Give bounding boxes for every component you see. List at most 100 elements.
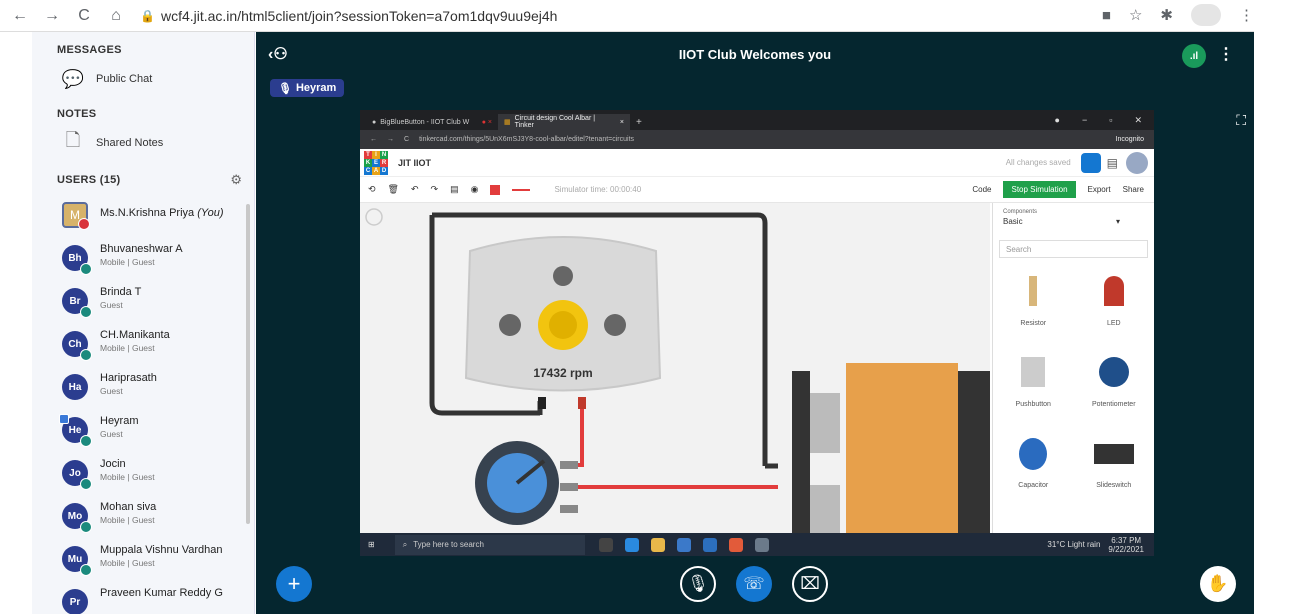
wire-type-picker[interactable] xyxy=(512,188,531,191)
stop-simulation-button[interactable]: Stop Simulation xyxy=(1003,181,1076,198)
user-role: Mobile | Guest xyxy=(100,343,155,353)
user-list-scrollbar[interactable] xyxy=(246,204,250,524)
record-icon: ● xyxy=(1054,115,1060,125)
windows-start-icon[interactable]: ⊞ xyxy=(368,540,375,549)
mail-icon[interactable] xyxy=(702,537,717,552)
extensions-icon[interactable]: ✱ xyxy=(1160,6,1173,24)
settings-icon[interactable]: ⚙ xyxy=(230,172,242,188)
reload-icon[interactable]: C xyxy=(72,4,96,28)
weather-status: 31°C Light rain xyxy=(1047,540,1101,549)
profile-avatar[interactable] xyxy=(1191,4,1221,26)
avatar: Ch xyxy=(62,331,92,361)
app-icon[interactable] xyxy=(754,537,769,552)
microphone-icon: 🎙 xyxy=(278,82,292,95)
back-icon[interactable]: ← xyxy=(8,4,32,28)
export-button[interactable]: Export xyxy=(1088,185,1111,194)
user-item[interactable]: M Ms.N.Krishna Priya (You) xyxy=(32,198,254,241)
circuit-view-button[interactable] xyxy=(1080,152,1101,173)
code-button[interactable]: Code xyxy=(972,185,991,194)
browser-tab[interactable]: ▦ Circuit design Cool Albar | Tinker × xyxy=(498,114,630,130)
user-item[interactable]: Bh Bhuvaneshwar A Mobile | Guest xyxy=(32,241,254,284)
browser-tab[interactable]: ● BigBlueButton - IIOT Club W ● × xyxy=(366,114,498,130)
delete-icon[interactable]: 🗑 xyxy=(388,184,399,195)
share-webcam-button[interactable]: ⌧ xyxy=(792,566,828,602)
connection-status-icon[interactable]: .ıl xyxy=(1182,44,1206,68)
mute-button[interactable]: 🎙 xyxy=(680,566,716,602)
user-item[interactable]: Mu Muppala Vishnu Vardhan Mobile | Guest xyxy=(32,542,254,585)
part-pushbutton[interactable]: Pushbutton xyxy=(993,357,1074,408)
forward-icon[interactable]: → xyxy=(40,4,64,28)
user-item[interactable]: Ha Hariprasath Guest xyxy=(32,370,254,413)
avatar: M xyxy=(62,202,90,230)
shared-notes-item[interactable]: 🗋 Shared Notes xyxy=(32,128,254,158)
notes-title: NOTES xyxy=(57,108,97,120)
url-text: wcf4.jit.ac.in/html5client/join?sessionT… xyxy=(160,7,558,24)
user-item[interactable]: Jo Jocin Mobile | Guest xyxy=(32,456,254,499)
components-select[interactable]: Basic ▾ xyxy=(993,217,1154,226)
user-name: Mohan siva xyxy=(100,501,157,513)
list-view-icon[interactable]: ▤ xyxy=(1107,156,1118,170)
rotate-icon[interactable]: ⟲ xyxy=(368,184,376,195)
actions-button[interactable]: + xyxy=(276,566,312,602)
user-item[interactable]: Mo Mohan siva Mobile | Guest xyxy=(32,499,254,542)
user-list-toggle-icon[interactable]: ‹⚇ xyxy=(268,44,288,64)
save-status: All changes saved xyxy=(1005,158,1071,167)
user-item[interactable]: Ch CH.Manikanta Mobile | Guest xyxy=(32,327,254,370)
color-picker[interactable] xyxy=(490,184,501,195)
forward-icon[interactable]: → xyxy=(387,136,394,143)
part-resistor[interactable]: Resistor xyxy=(993,276,1074,327)
user-name: Heyram xyxy=(100,415,139,427)
user-item[interactable]: He Heyram Guest xyxy=(32,413,254,456)
new-tab-icon[interactable]: + xyxy=(636,117,642,128)
part-capacitor[interactable]: Capacitor xyxy=(993,438,1074,489)
undo-icon[interactable]: ↶ xyxy=(411,184,419,195)
redo-icon[interactable]: ↷ xyxy=(431,184,439,195)
avatar[interactable] xyxy=(1126,151,1148,174)
minimize-icon[interactable]: − xyxy=(1082,115,1087,125)
home-icon[interactable]: ⌂ xyxy=(104,4,128,28)
explorer-icon[interactable] xyxy=(650,537,665,552)
store-icon[interactable] xyxy=(676,537,691,552)
leave-audio-button[interactable]: ☏ xyxy=(736,566,772,602)
visibility-icon[interactable]: ◉ xyxy=(471,184,479,195)
share-button[interactable]: Share xyxy=(1123,185,1144,194)
address-bar[interactable]: 🔒 wcf4.jit.ac.in/html5client/join?sessio… xyxy=(140,8,557,24)
taskbar-search[interactable]: ⌕ Type here to search xyxy=(394,534,585,555)
right-margin xyxy=(1254,0,1294,614)
presenter-icon xyxy=(59,414,69,424)
address-bar[interactable]: tinkercad.com/things/5UnX6mSJ3Y8-cool-al… xyxy=(419,136,634,143)
fullscreen-icon[interactable]: ⛶ xyxy=(1236,112,1246,129)
avatar: Jo xyxy=(62,460,92,490)
browser-toolbar: ← → C ⌂ 🔒 wcf4.jit.ac.in/html5client/joi… xyxy=(0,0,1294,32)
menu-icon[interactable]: ⋮ xyxy=(1239,6,1254,24)
camera-icon[interactable]: ■ xyxy=(1102,7,1111,24)
chrome-icon[interactable] xyxy=(728,537,743,552)
edge-icon[interactable] xyxy=(624,537,639,552)
tinkercad-logo: TIN KER CAD xyxy=(364,150,388,175)
raise-hand-button[interactable]: ✋ xyxy=(1200,566,1236,602)
close-icon[interactable]: ✕ xyxy=(1134,115,1142,126)
component-search-input[interactable]: Search xyxy=(999,240,1148,258)
circuit-canvas[interactable]: 17432 rpm xyxy=(360,203,990,533)
public-chat-item[interactable]: 💬 Public Chat xyxy=(32,64,254,94)
user-name: Jocin xyxy=(100,458,126,470)
avatar: Pr xyxy=(62,589,88,614)
task-view-icon[interactable] xyxy=(598,537,613,552)
part-slideswitch[interactable]: Slideswitch xyxy=(1074,438,1155,489)
options-icon[interactable]: ⋮ xyxy=(1218,44,1234,64)
back-icon[interactable]: ← xyxy=(370,136,377,143)
users-title: USERS (15) xyxy=(57,174,121,186)
clock-date: 9/22/2021 xyxy=(1108,544,1144,554)
windows-taskbar: ⊞ ⌕ Type here to search 31°C Light rain … xyxy=(360,533,1154,556)
part-led[interactable]: LED xyxy=(1074,276,1155,327)
notes-icon[interactable]: ▤ xyxy=(450,184,459,195)
part-potentiometer[interactable]: Potentiometer xyxy=(1074,357,1155,408)
star-icon[interactable]: ☆ xyxy=(1129,6,1142,24)
user-item[interactable]: Pr Praveen Kumar Reddy G xyxy=(32,585,254,614)
presentation-area: ‹⚇ IIOT Club Welcomes you .ıl ⋮ 🎙 Heyram… xyxy=(256,32,1254,614)
restore-icon[interactable]: ▫ xyxy=(1109,115,1112,125)
user-item[interactable]: Br Brinda T Guest xyxy=(32,284,254,327)
user-role: Guest xyxy=(100,300,123,310)
user-name: Bhuvaneshwar A xyxy=(100,243,183,255)
reload-icon[interactable]: C xyxy=(404,136,409,143)
